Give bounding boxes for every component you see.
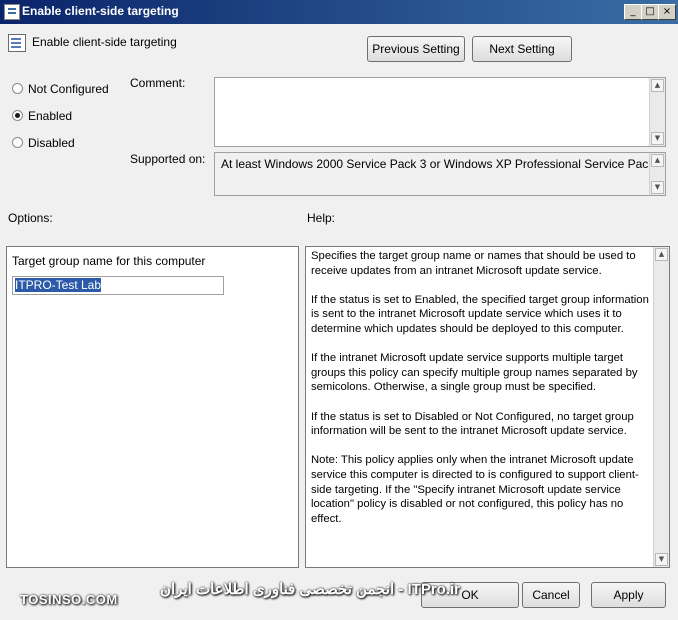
help-panel: Specifies the target group name or names… [305,246,670,568]
options-label: Options: [8,211,53,225]
target-group-value: ITPRO-Test Lab [15,278,102,292]
policy-icon [8,34,26,52]
help-scrollbar[interactable]: ▲ ▼ [653,247,669,567]
apply-button[interactable]: Apply [591,582,666,608]
setting-title: Enable client-side targeting [32,35,177,49]
window-title: Enable client-side targeting [22,4,179,18]
next-setting-button[interactable]: Next Setting [472,36,572,62]
target-group-label: Target group name for this computer [12,254,206,268]
scroll-up-icon[interactable]: ▲ [655,248,668,261]
scroll-down-icon[interactable]: ▼ [651,181,664,194]
supported-value: At least Windows 2000 Service Pack 3 or … [221,157,665,171]
previous-setting-button[interactable]: Previous Setting [367,36,465,62]
comment-label: Comment: [130,76,186,90]
comment-field[interactable]: ▲ ▼ [214,77,666,147]
comment-scrollbar[interactable]: ▲ ▼ [649,78,665,146]
supported-field: At least Windows 2000 Service Pack 3 or … [214,152,666,196]
maximize-button[interactable]: □ [641,4,659,20]
help-paragraph: If the intranet Microsoft update service… [311,352,638,394]
help-label: Help: [307,211,336,225]
supported-label: Supported on: [130,152,206,166]
help-paragraph: If the status is set to Enabled, the spe… [311,293,649,335]
radio-label: Disabled [28,136,75,150]
minimize-button[interactable]: _ [624,4,642,20]
target-group-input[interactable]: ITPRO-Test Lab [12,276,224,295]
scroll-down-icon[interactable]: ▼ [651,132,664,145]
scroll-up-icon[interactable]: ▲ [651,79,664,92]
help-text: Specifies the target group name or names… [311,249,651,541]
radio-button[interactable] [12,137,23,148]
watermark-tosinso: TOSINSO.COM [20,592,118,607]
cancel-button[interactable]: Cancel [522,582,580,608]
radio-button[interactable] [12,110,23,121]
supported-scrollbar[interactable]: ▲ ▼ [649,153,665,195]
radio-label: Not Configured [28,82,109,96]
options-panel: Target group name for this computer ITPR… [6,246,299,568]
policy-icon[interactable] [4,4,20,20]
title-bar: Enable client-side targeting _ □ × [0,0,678,24]
scroll-down-icon[interactable]: ▼ [655,553,668,566]
help-paragraph: If the status is set to Disabled or Not … [311,410,634,438]
radio-label: Enabled [28,109,73,123]
help-paragraph: Specifies the target group name or names… [311,250,636,277]
help-paragraph: Note: This policy applies only when the … [311,454,639,525]
close-button[interactable]: × [658,4,676,20]
radio-button[interactable] [12,83,23,94]
watermark-itpro: ITPro.ir - انجمن تخصصی فناوری اطلاعات ای… [160,581,461,598]
scroll-up-icon[interactable]: ▲ [651,154,664,167]
